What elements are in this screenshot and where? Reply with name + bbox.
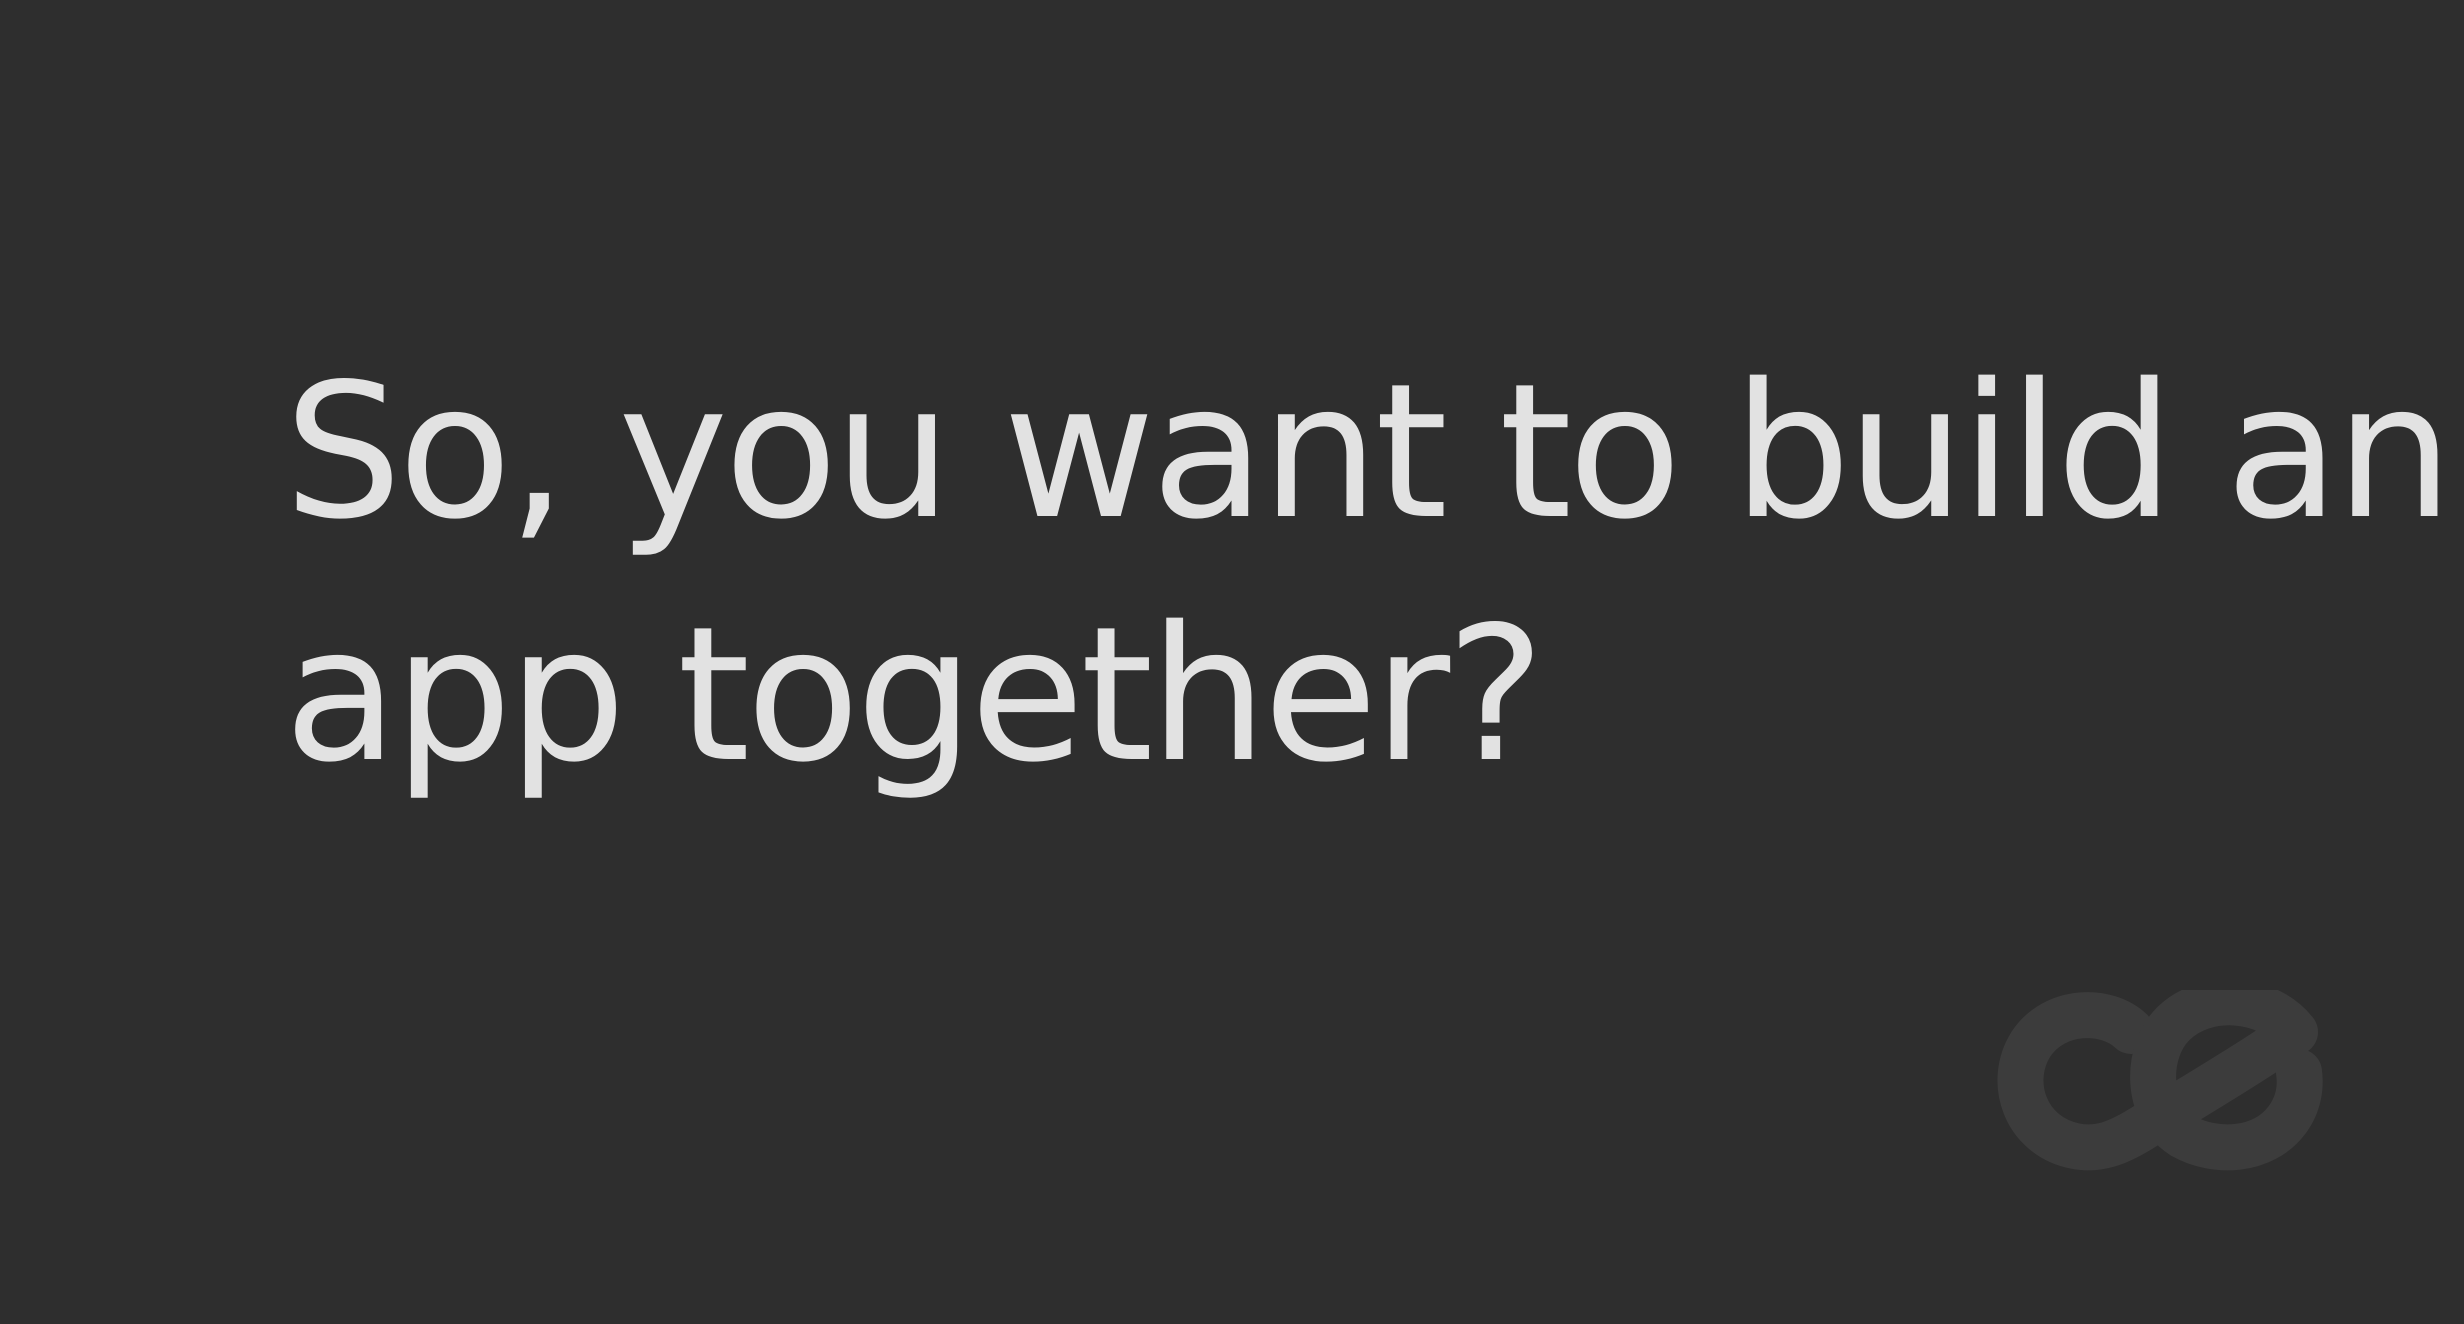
headline-line-1: So, you want to build an	[284, 343, 2453, 560]
slide: So, you want to build an app together?	[0, 0, 2464, 1324]
headline-line-2: app together?	[284, 586, 1545, 803]
ce-logo-icon	[1997, 990, 2323, 1171]
slide-headline: So, you want to build an app together?	[284, 330, 2453, 816]
